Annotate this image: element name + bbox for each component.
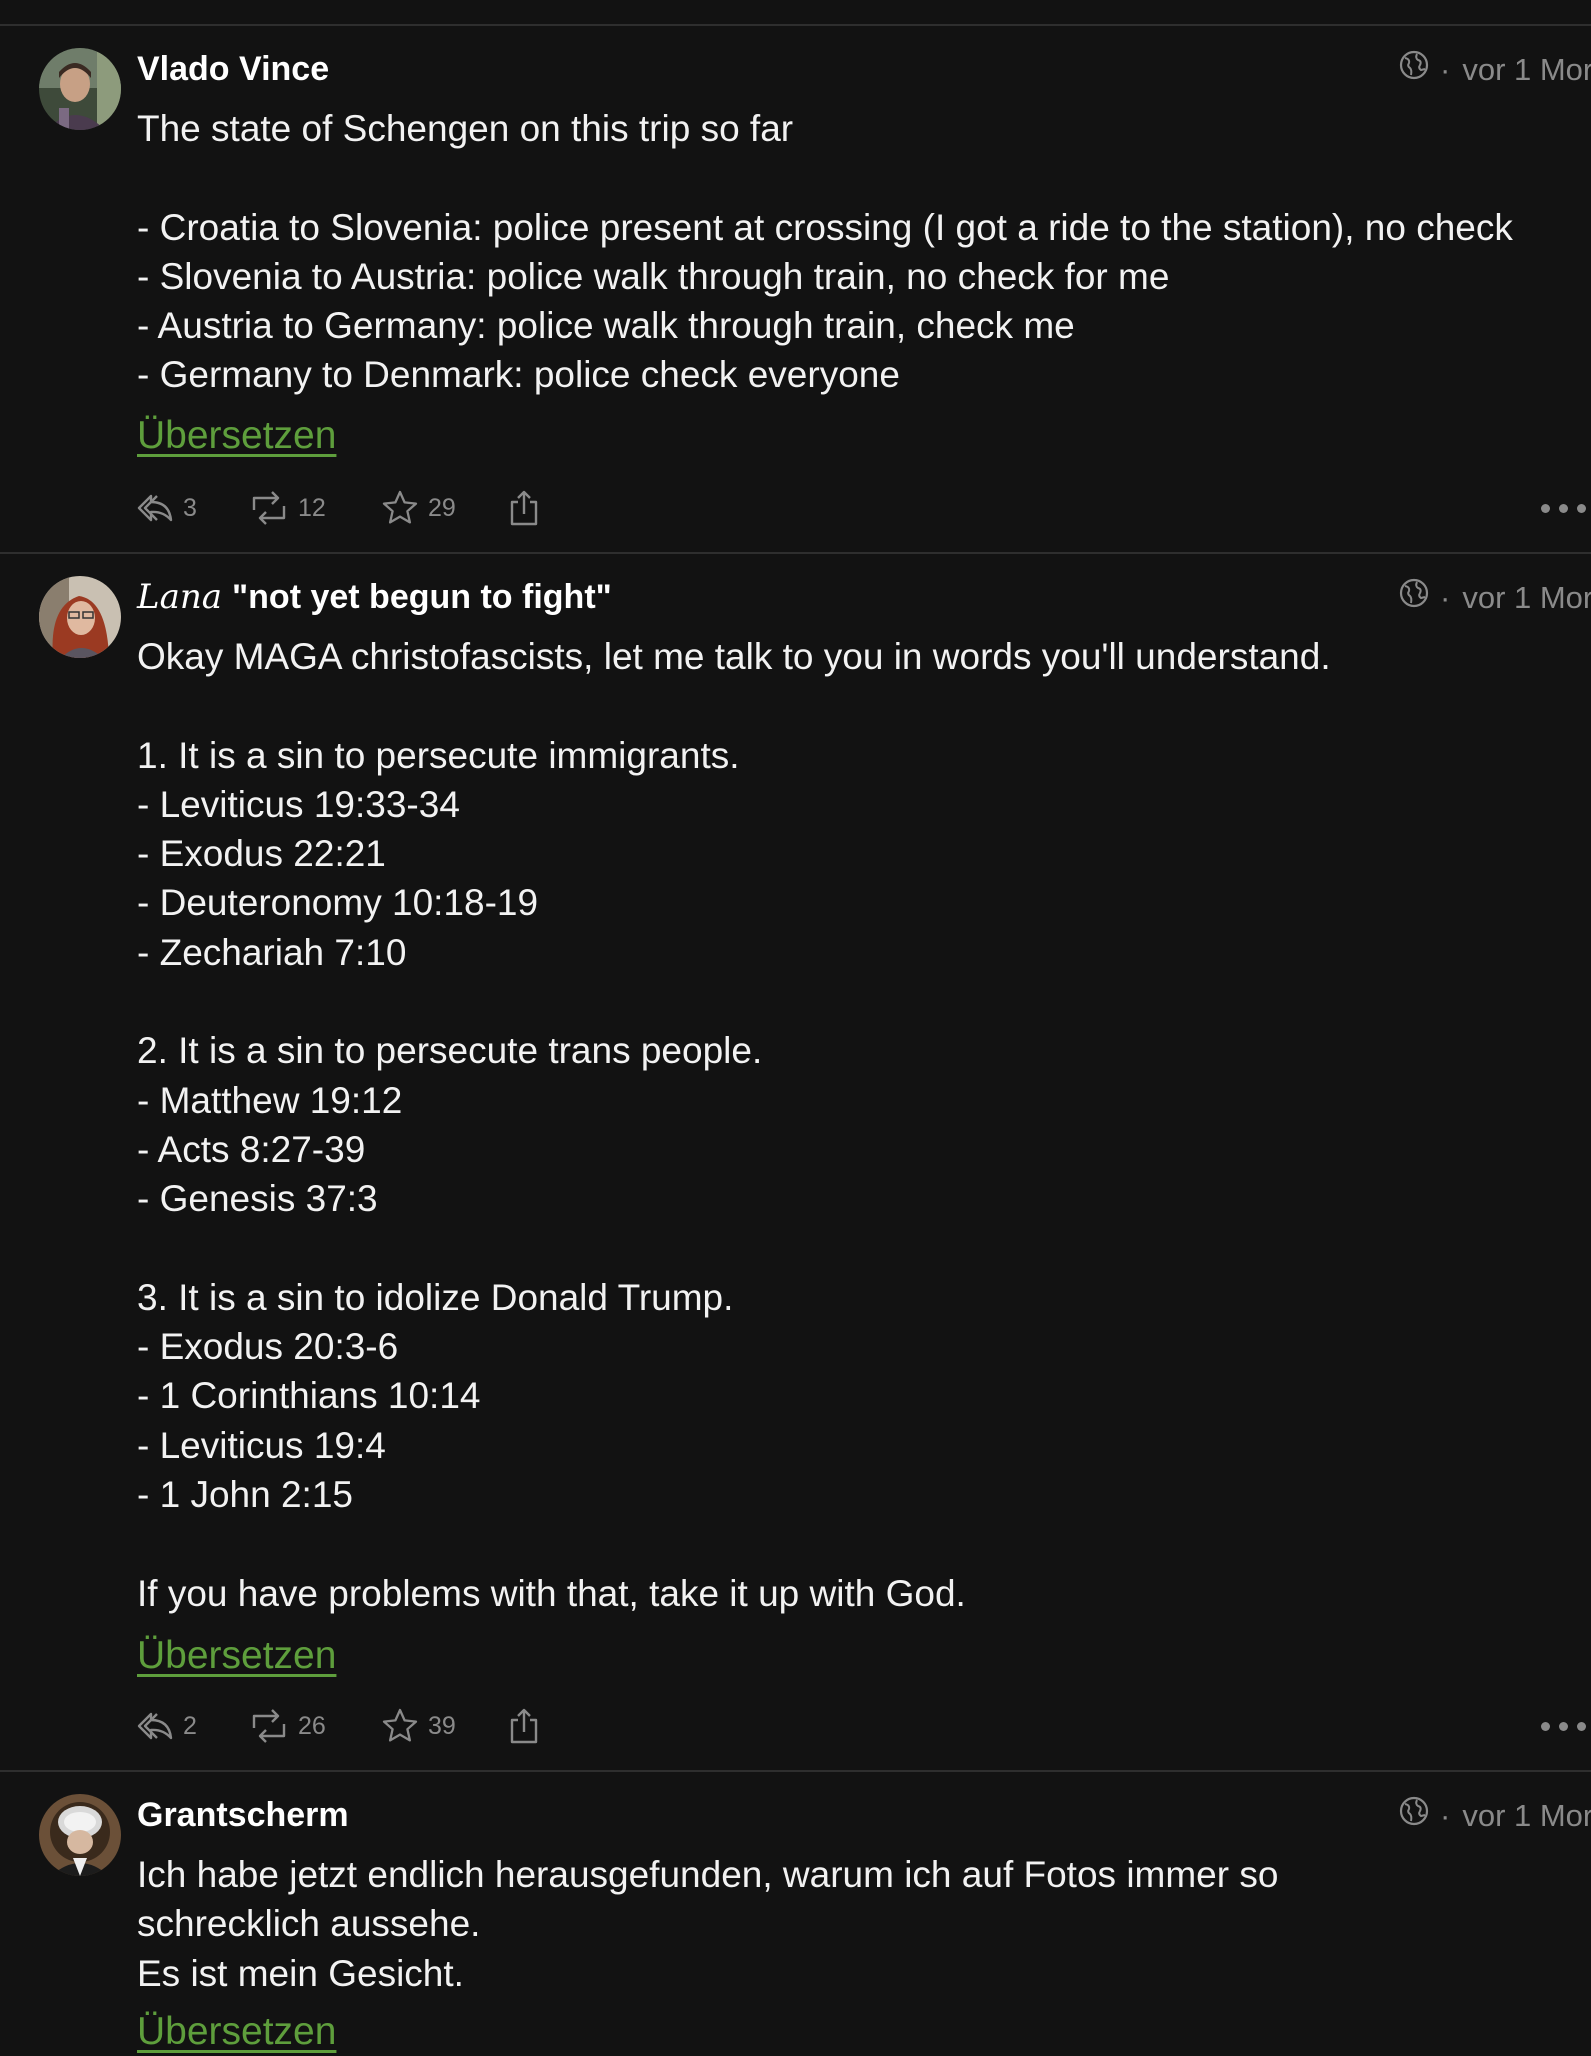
post-meta: · vor 1 Mor	[1398, 577, 1591, 619]
post-time[interactable]: vor 1 Mor	[1462, 50, 1591, 90]
reply-icon	[135, 1706, 175, 1746]
boost-count: 12	[298, 493, 326, 522]
star-icon	[380, 488, 420, 528]
share-button[interactable]	[506, 486, 542, 530]
post-content: Ich habe jetzt endlich herausgefunden, w…	[137, 1854, 1279, 1994]
share-icon	[506, 488, 542, 528]
avatar[interactable]	[39, 48, 121, 130]
translate-link[interactable]: Übersetzen	[137, 2008, 336, 2056]
globe-icon	[1398, 49, 1430, 91]
more-options-icon[interactable]	[1541, 1704, 1591, 1748]
more-options-icon[interactable]	[1541, 486, 1591, 530]
author-display-name: Grantscherm	[137, 1796, 349, 1834]
avatar[interactable]	[39, 1794, 121, 1876]
author-name[interactable]: Vlado Vince	[137, 48, 329, 90]
boost-icon	[248, 488, 290, 528]
favourite-count: 39	[428, 1711, 456, 1740]
post-time[interactable]: vor 1 Mor	[1462, 1796, 1591, 1836]
globe-icon	[1398, 1795, 1430, 1837]
post-meta: · vor 1 Mor	[1398, 49, 1591, 91]
post-content: The state of Schengen on this trip so fa…	[137, 108, 1513, 396]
boost-icon	[248, 1706, 290, 1746]
reply-count: 3	[183, 493, 197, 522]
status-post[interactable]: Lana "not yet begun to fight" · vor 1 Mor…	[0, 554, 1591, 1772]
translate-link[interactable]: Übersetzen	[137, 1632, 336, 1680]
boost-count: 26	[298, 1711, 326, 1740]
boost-button[interactable]: 26	[248, 1704, 326, 1748]
status-post[interactable]: Vlado Vince · vor 1 Mor The state of Sch…	[0, 26, 1591, 554]
post-time[interactable]: vor 1 Mor	[1462, 578, 1591, 618]
globe-icon	[1398, 577, 1430, 619]
author-display-name: "not yet begun to fight"	[232, 578, 612, 616]
author-name[interactable]: Grantscherm	[137, 1794, 349, 1836]
post-actions: 3 12 29	[135, 486, 1591, 530]
favourite-button[interactable]: 29	[380, 486, 456, 530]
favourite-count: 29	[428, 493, 456, 522]
share-icon	[506, 1706, 542, 1746]
reply-button[interactable]: 3	[135, 486, 197, 530]
top-divider	[0, 0, 1591, 26]
reply-count: 2	[183, 1711, 197, 1740]
author-display-name: Vlado Vince	[137, 50, 330, 88]
translate-link[interactable]: Übersetzen	[137, 412, 336, 460]
avatar[interactable]	[39, 576, 121, 658]
post-actions: 2 26 39	[135, 1704, 1591, 1748]
separator-dot: ·	[1440, 52, 1451, 87]
reply-button[interactable]: 2	[135, 1704, 197, 1748]
favourite-button[interactable]: 39	[380, 1704, 456, 1748]
separator-dot: ·	[1440, 580, 1451, 615]
share-button[interactable]	[506, 1704, 542, 1748]
author-name[interactable]: Lana "not yet begun to fight"	[137, 576, 612, 618]
post-meta: · vor 1 Mor	[1398, 1795, 1591, 1837]
star-icon	[380, 1706, 420, 1746]
status-post[interactable]: Grantscherm · vor 1 Mor Ich habe jetzt e…	[0, 1772, 1591, 2053]
separator-dot: ·	[1440, 1798, 1451, 1833]
author-script-name: Lana	[137, 577, 223, 617]
post-content: Okay MAGA christofascists, let me talk t…	[137, 636, 1331, 1614]
reply-icon	[135, 488, 175, 528]
boost-button[interactable]: 12	[248, 486, 326, 530]
